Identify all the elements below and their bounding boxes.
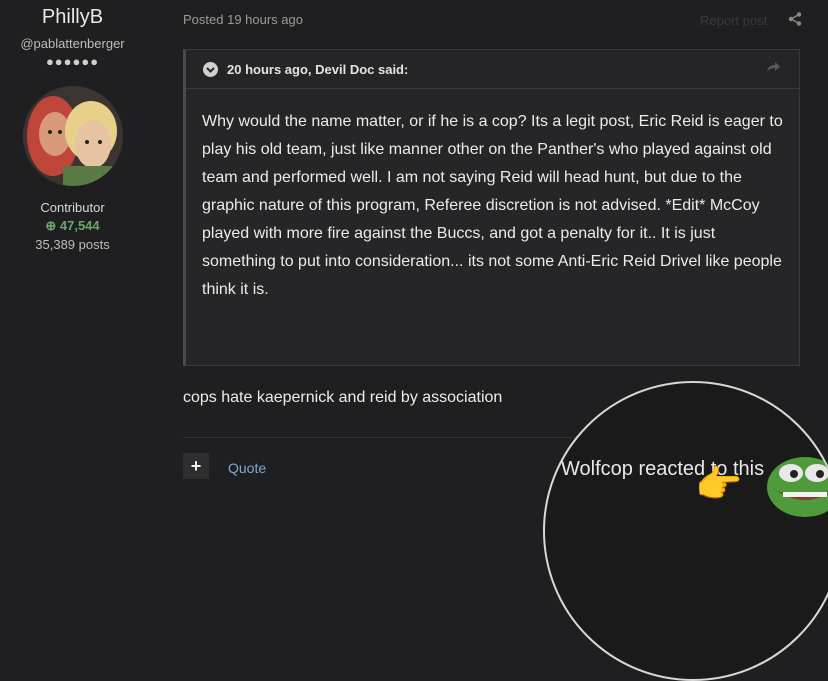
reaction-overlay: Wolfcop reacted to this 👉: [543, 381, 828, 681]
reputation[interactable]: ⊕ 47,544: [0, 218, 145, 234]
quote-button[interactable]: Quote: [228, 460, 266, 476]
post-count: 35,389 posts: [35, 237, 110, 252]
post-timestamp[interactable]: Posted 19 hours ago: [183, 12, 303, 27]
avatar[interactable]: [23, 86, 123, 186]
quote-block: 20 hours ago, Devil Doc said: Why would …: [183, 49, 800, 366]
quote-header: 20 hours ago, Devil Doc said:: [186, 50, 799, 89]
author-handle: @pablattenberger: [20, 36, 125, 51]
pointing-hand-icon: 👉: [695, 464, 743, 506]
chevron-down-icon[interactable]: [203, 62, 218, 77]
go-to-quoted-post-icon[interactable]: [765, 60, 781, 74]
quote-citation: 20 hours ago, Devil Doc said:: [227, 62, 409, 77]
quote-text: Why would the name matter, or if he is a…: [202, 113, 783, 298]
rank-dots: ●●●●●●: [45, 54, 100, 69]
share-icon[interactable]: [788, 12, 802, 26]
multiquote-button[interactable]: +: [183, 453, 209, 479]
plus-circle-icon: ⊕: [45, 218, 57, 233]
reputation-value: 47,544: [59, 218, 100, 233]
author-rank: Contributor: [40, 200, 105, 215]
author-name[interactable]: PhillyB: [0, 6, 145, 29]
report-post-link[interactable]: Report post: [700, 13, 767, 28]
pepe-frog-icon: [767, 457, 828, 517]
post-body: cops hate kaepernick and reid by associa…: [183, 389, 503, 406]
